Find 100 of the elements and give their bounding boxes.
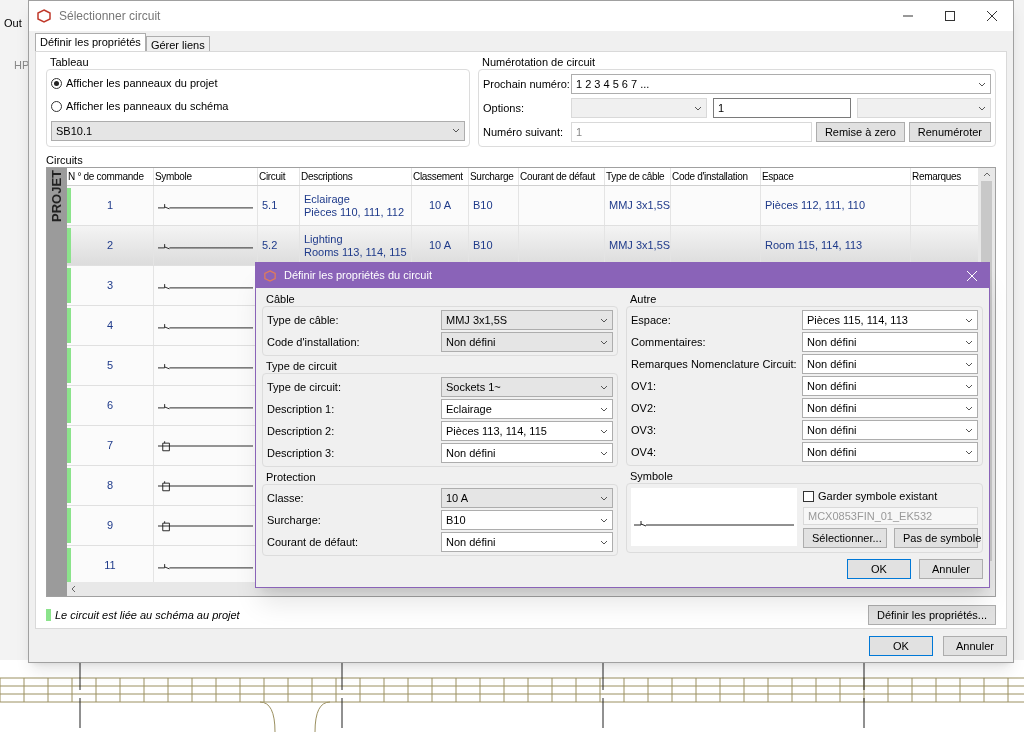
table-cell-text: MMJ 3x1,5S xyxy=(609,198,671,214)
dropdown-caret-icon xyxy=(600,339,608,345)
dropdown-caret-icon xyxy=(965,361,973,367)
legend-marker xyxy=(46,609,51,621)
dialog-title: Définir les propriétés du circuit xyxy=(284,268,433,284)
dropdown-caret-icon xyxy=(600,450,608,456)
column-header[interactable]: Circuit xyxy=(258,168,300,185)
dialog-button[interactable]: OK xyxy=(847,559,911,579)
table-row[interactable]: 2 5.2 Lighting Rooms 113, 114, 115 10 A B10 MMJ 3x1,5S Room 115, 114, 113 xyxy=(67,226,978,266)
dropdown-field[interactable]: Pièces 115, 114, 113 xyxy=(802,310,978,330)
dropdown-field[interactable]: Non défini xyxy=(802,420,978,440)
table-cell-text: 1 xyxy=(106,198,114,214)
app-logo-icon xyxy=(37,9,51,23)
table-cell-text: 10 A xyxy=(429,238,451,254)
field-label: Espace: xyxy=(631,312,672,328)
dropdown-field[interactable]: 1 2 3 4 5 6 7 ... xyxy=(571,74,991,94)
dropdown-field[interactable]: Non défini xyxy=(802,332,978,352)
checkbox-label[interactable]: Garder symbole existant xyxy=(818,487,938,505)
dropdown-field[interactable]: B10 xyxy=(441,510,613,530)
column-header[interactable]: Code d'installation xyxy=(671,168,761,185)
group-label: PROJET xyxy=(48,170,66,222)
column-header[interactable]: Espace xyxy=(761,168,911,185)
dialog-button[interactable]: Sélectionner... xyxy=(803,528,887,548)
dropdown-field[interactable]: Non défini xyxy=(802,376,978,396)
column-header[interactable]: N ° de commande xyxy=(67,168,154,185)
dropdown-caret-icon xyxy=(694,105,702,111)
table-cell-text: 6 xyxy=(106,398,114,414)
table-cell: Rooms 113, 114, 115 xyxy=(304,245,407,259)
field-label: Numéro suivant: xyxy=(483,124,565,140)
dropdown-field[interactable]: Non défini xyxy=(802,354,978,374)
dropdown-field[interactable]: Non défini xyxy=(802,398,978,418)
dropdown-field[interactable] xyxy=(571,98,707,118)
dialog-button[interactable]: Annuler xyxy=(919,559,983,579)
table-cell: Pièces 110, 111, 112 xyxy=(304,205,405,219)
field-label: Prochain numéro: xyxy=(483,76,571,92)
dropdown-field[interactable]: Pièces 113, 114, 115 xyxy=(441,421,613,441)
dropdown-field[interactable]: Non défini xyxy=(802,442,978,462)
field-label: Courant de défaut: xyxy=(267,534,360,550)
dropdown-caret-icon xyxy=(600,539,608,545)
dropdown-field[interactable]: MMJ 3x1,5S xyxy=(441,310,613,330)
scroll-left-icon[interactable] xyxy=(71,585,76,593)
field-label: Classe: xyxy=(267,490,305,506)
dropdown-caret-icon xyxy=(978,81,986,87)
dropdown-field[interactable]: Non défini xyxy=(441,443,613,463)
dropdown-field[interactable]: SB10.1 xyxy=(51,120,465,141)
column-header[interactable]: Courant de défaut xyxy=(519,168,605,185)
dropdown-caret-icon xyxy=(600,384,608,390)
table-cell-text: 7 xyxy=(106,438,114,454)
scroll-up-icon[interactable] xyxy=(982,172,991,177)
dropdown-caret-icon xyxy=(965,449,973,455)
dropdown-field[interactable]: 10 A xyxy=(441,488,613,508)
column-header[interactable]: Descriptions xyxy=(300,168,412,185)
dialog-button[interactable]: Renuméroter xyxy=(908,122,991,142)
checkbox[interactable] xyxy=(803,490,814,502)
dialog-button[interactable]: Définir les propriétés... xyxy=(867,605,996,625)
legend-text: Le circuit est liée au schéma au projet xyxy=(55,607,240,623)
radio-button[interactable] xyxy=(51,77,62,89)
close-icon[interactable] xyxy=(987,11,997,21)
dropdown-field[interactable]: Non défini xyxy=(441,332,613,352)
column-header[interactable]: Classement xyxy=(412,168,469,185)
field-label: OV4: xyxy=(631,444,658,460)
table-cell-text: 9 xyxy=(106,518,114,534)
column-header[interactable]: Symbole xyxy=(154,168,258,185)
dialog-button[interactable]: Remise à zero xyxy=(815,122,905,142)
field-label: Commentaires: xyxy=(631,334,707,350)
dialog-button[interactable]: Annuler xyxy=(943,636,1007,656)
table-row[interactable]: 1 5.1 Eclairage Pièces 110, 111, 112 10 A B10 MMJ 3x1,5S Pièces 112, 111, 110 xyxy=(67,186,978,226)
dropdown-field[interactable]: Eclairage xyxy=(441,399,613,419)
dropdown-caret-icon xyxy=(452,128,460,134)
text-field[interactable]: 1 xyxy=(713,98,851,118)
field-label: Description 2: xyxy=(267,423,336,439)
field-label: Options: xyxy=(483,100,525,116)
dropdown-field[interactable] xyxy=(857,98,991,118)
group-title: Numérotation de circuit xyxy=(481,55,597,69)
dialog-button[interactable]: OK xyxy=(869,636,933,656)
dropdown-caret-icon xyxy=(600,495,608,501)
radio-label[interactable]: Afficher les panneaux du schéma xyxy=(66,98,229,115)
column-header[interactable]: Type de câble xyxy=(605,168,671,185)
dropdown-field[interactable]: Sockets 1~ xyxy=(441,377,613,397)
menu-item[interactable]: Out xyxy=(4,15,22,32)
radio-button[interactable] xyxy=(51,100,62,112)
maximize-icon[interactable] xyxy=(945,11,955,21)
dropdown-field[interactable]: Non défini xyxy=(441,532,613,552)
table-cell-text: MMJ 3x1,5S xyxy=(609,238,671,254)
field-label: Code d'installation: xyxy=(267,334,361,350)
window-title: Sélectionner circuit xyxy=(59,8,162,25)
dropdown-caret-icon xyxy=(600,428,608,434)
dropdown-caret-icon xyxy=(965,405,973,411)
switch-symbol-icon xyxy=(158,401,253,410)
outlet-symbol-icon xyxy=(158,439,253,452)
tab[interactable]: Définir les propriétés xyxy=(35,33,146,51)
table-cell-text: 4 xyxy=(106,318,114,334)
tab[interactable]: Gérer liens xyxy=(145,36,210,51)
field-label: OV1: xyxy=(631,378,658,394)
group-title: Type de circuit xyxy=(265,359,338,373)
text-field[interactable]: 1 xyxy=(571,122,812,142)
column-header[interactable]: Surcharge xyxy=(469,168,519,185)
group-title: Câble xyxy=(265,292,296,306)
table-cell-text: Eclairage xyxy=(304,192,351,206)
radio-label[interactable]: Afficher les panneaux du projet xyxy=(66,75,218,92)
